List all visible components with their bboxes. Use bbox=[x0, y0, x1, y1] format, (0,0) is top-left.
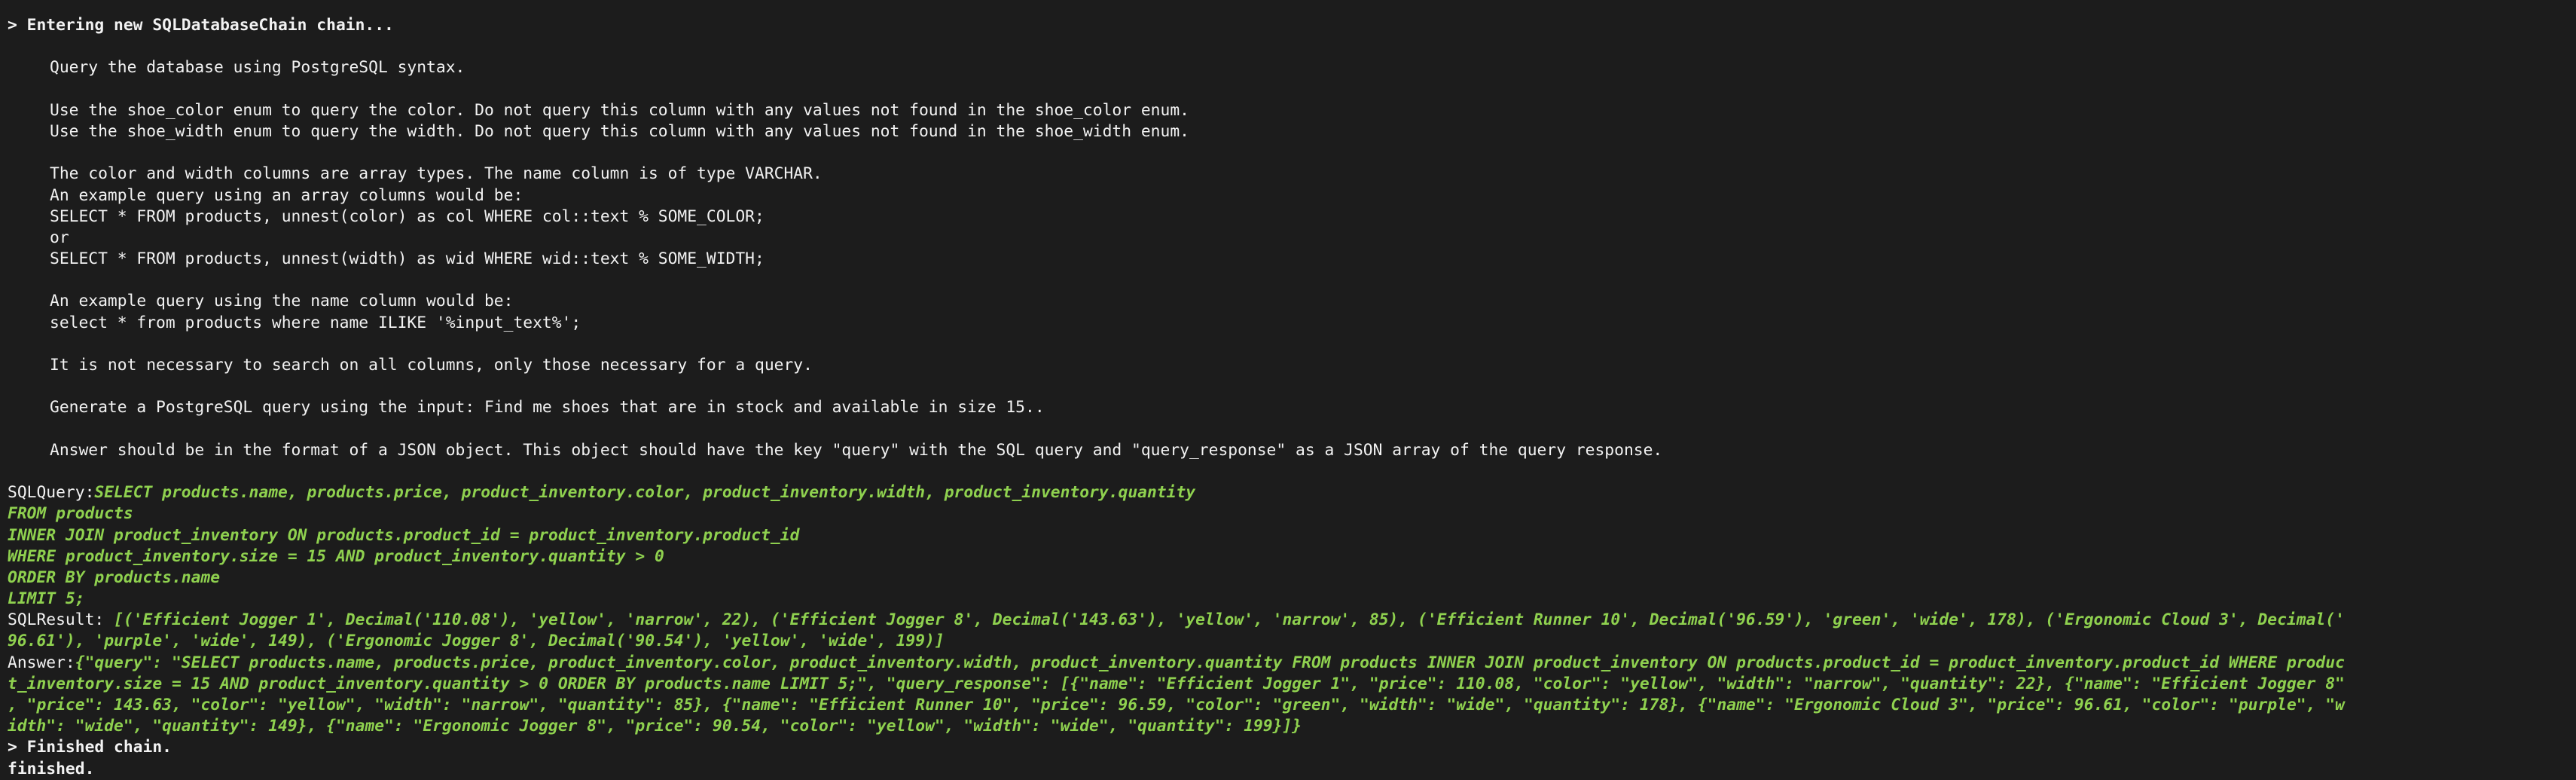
answer-label: Answer: bbox=[8, 653, 75, 672]
sql-query-line: FROM products bbox=[8, 504, 133, 524]
prompt-line: An example query using the name column w… bbox=[50, 292, 514, 311]
sql-query-line: ORDER BY products.name bbox=[8, 567, 221, 587]
prompt-line: SELECT * FROM products, unnest(width) as… bbox=[50, 249, 765, 269]
answer-line: , "price": 143.63, "color": "yellow", "w… bbox=[8, 696, 2345, 714]
sql-query-line: LIMIT 5; bbox=[8, 589, 85, 609]
prompt-block: Query the database using PostgreSQL synt… bbox=[8, 57, 2576, 461]
sql-result-text: [('Efficient Jogger 1', Decimal('110.08'… bbox=[114, 610, 2345, 630]
sql-query-continuation: FROM products INNER JOIN product_inventor… bbox=[8, 503, 2576, 610]
prompt-line: select * from products where name ILIKE … bbox=[50, 313, 581, 332]
prompt-line: Generate a PostgreSQL query using the in… bbox=[50, 398, 1045, 418]
prompt-line: The color and width columns are array ty… bbox=[50, 164, 823, 184]
sql-query-label: SQLQuery: bbox=[8, 483, 95, 503]
sql-result-label: SQLResult: bbox=[8, 610, 114, 630]
prompt-line bbox=[8, 142, 2576, 164]
prompt-line bbox=[8, 419, 2576, 440]
answer-text: {"query": "SELECT products.name, product… bbox=[75, 653, 2345, 672]
prompt-line bbox=[8, 270, 2576, 291]
sql-query-line: SQLQuery:SELECT products.name, products.… bbox=[8, 482, 2576, 503]
prompt-line: Answer should be in the format of a JSON… bbox=[50, 440, 1663, 460]
chain-start-line: > Entering new SQLDatabaseChain chain... bbox=[8, 16, 394, 35]
sql-query-text: SELECT products.name, products.price, pr… bbox=[94, 483, 1196, 503]
prompt-line: SELECT * FROM products, unnest(color) as… bbox=[50, 206, 765, 226]
prompt-line: It is not necessary to search on all col… bbox=[50, 356, 813, 375]
answer-line: Answer:{"query": "SELECT products.name, … bbox=[8, 653, 2576, 674]
answer-line: t_inventory.size = 15 AND product_invent… bbox=[8, 674, 2345, 693]
sql-result-line: SQLResult: [('Efficient Jogger 1', Decim… bbox=[8, 610, 2576, 631]
sql-result-line: 96.61'), 'purple', 'wide', 149), ('Ergon… bbox=[8, 632, 945, 651]
sql-query-line: WHERE product_inventory.size = 15 AND pr… bbox=[8, 546, 664, 566]
answer-line: idth": "wide", "quantity": 149}, {"name"… bbox=[8, 717, 1302, 736]
prompt-line: An example query using an array columns … bbox=[50, 185, 523, 205]
sql-query-line: INNER JOIN product_inventory ON products… bbox=[8, 525, 800, 545]
prompt-line bbox=[8, 334, 2576, 355]
prompt-line: Use the shoe_color enum to query the col… bbox=[50, 100, 1189, 120]
prompt-line bbox=[8, 376, 2576, 397]
prompt-line: Query the database using PostgreSQL synt… bbox=[50, 58, 465, 78]
finished-line: finished. bbox=[8, 759, 95, 778]
sql-result-continuation: 96.61'), 'purple', 'wide', 149), ('Ergon… bbox=[8, 631, 2576, 652]
terminal-output: > Entering new SQLDatabaseChain chain...… bbox=[0, 0, 2576, 778]
prompt-line: or bbox=[50, 228, 69, 247]
prompt-line: Use the shoe_width enum to query the wid… bbox=[50, 121, 1189, 141]
answer-continuation: t_inventory.size = 15 AND product_invent… bbox=[8, 674, 2576, 738]
prompt-line bbox=[8, 79, 2576, 100]
chain-finished-line: > Finished chain. bbox=[8, 738, 172, 757]
